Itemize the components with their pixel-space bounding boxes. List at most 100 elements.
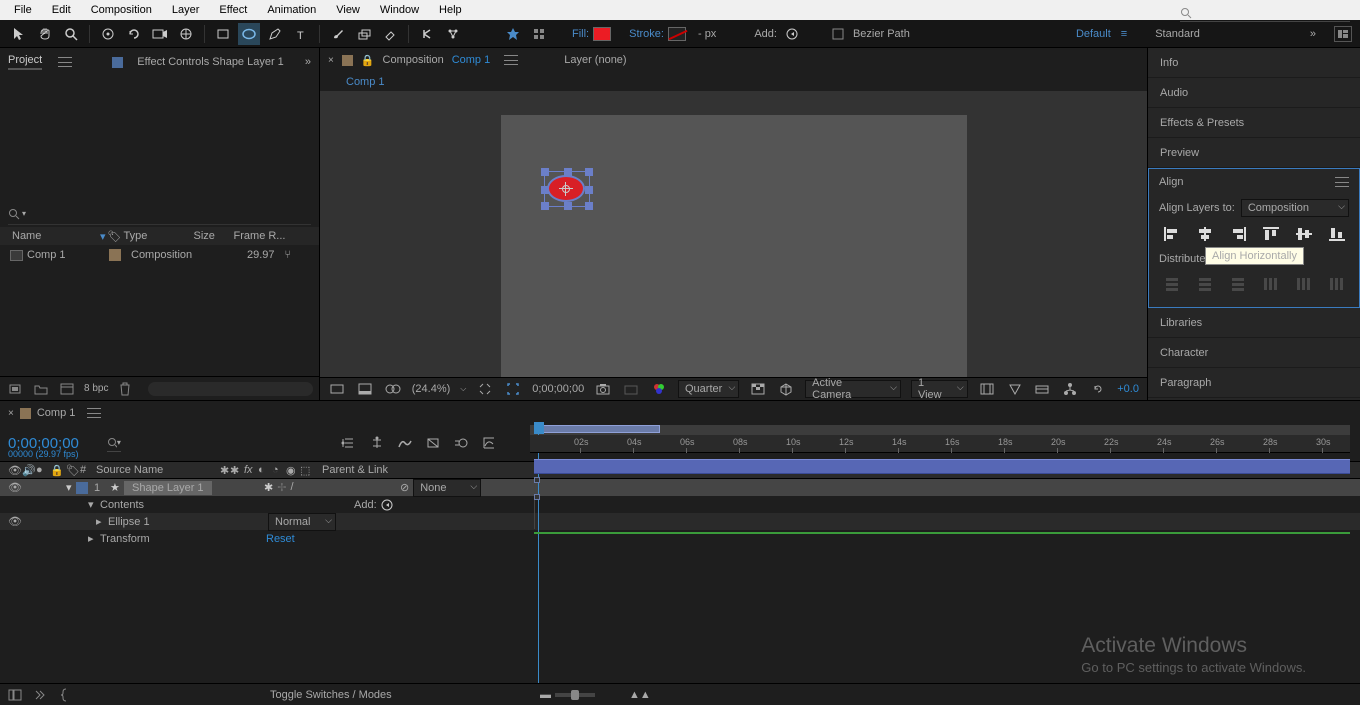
toggle-switches-label[interactable]: Toggle Switches / Modes <box>270 689 392 701</box>
panel-overflow[interactable]: » <box>305 56 311 68</box>
panel-paragraph[interactable]: Paragraph <box>1148 368 1360 398</box>
menu-edit[interactable]: Edit <box>42 2 81 18</box>
reset-exposure-icon[interactable] <box>1089 381 1107 397</box>
brush-tool[interactable] <box>327 23 349 45</box>
menu-file[interactable]: File <box>4 2 42 18</box>
time-ruler[interactable]: 02s04s06s08s10s12s14s16s18s20s22s24s26s2… <box>530 435 1350 453</box>
interpret-footage-icon[interactable] <box>6 381 24 397</box>
layer-color[interactable] <box>76 482 88 494</box>
handle-se[interactable] <box>585 202 593 210</box>
timeline-close-icon[interactable]: × <box>8 408 14 419</box>
workspace-reset-icon[interactable] <box>1334 26 1352 42</box>
align-left-icon[interactable] <box>1159 223 1184 245</box>
layer-bar[interactable] <box>534 459 1350 474</box>
reset-link[interactable]: Reset <box>266 533 295 545</box>
col-type[interactable]: Type <box>124 230 194 242</box>
type-tool[interactable]: T <box>290 23 312 45</box>
layer-tab[interactable]: Layer (none) <box>564 54 626 66</box>
stroke-swatch[interactable] <box>668 27 686 41</box>
label-color[interactable] <box>109 249 121 261</box>
menu-layer[interactable]: Layer <box>162 2 210 18</box>
col-framerate[interactable]: Frame R... <box>234 230 286 242</box>
flowchart-icon[interactable]: ⑂ <box>285 249 292 261</box>
puppet-tool[interactable] <box>442 23 464 45</box>
menu-window[interactable]: Window <box>370 2 429 18</box>
parent-dropdown[interactable]: None <box>413 479 481 497</box>
fill-swatch[interactable] <box>593 27 611 41</box>
align-hcenter-icon[interactable] <box>1192 223 1217 245</box>
exposure-value[interactable]: +0.0 <box>1117 383 1139 395</box>
align-top-icon[interactable] <box>1258 223 1283 245</box>
handle-sw[interactable] <box>541 202 549 210</box>
channels-icon[interactable] <box>650 381 668 397</box>
col-source[interactable]: Source Name <box>96 464 216 476</box>
panel-libraries[interactable]: Libraries <box>1148 308 1360 338</box>
solo-col-icon[interactable]: ● <box>36 464 50 476</box>
bezier-checkbox[interactable] <box>827 23 849 45</box>
audio-col-icon[interactable]: 🔊 <box>22 464 36 477</box>
workspace-overflow[interactable]: » <box>1310 28 1316 40</box>
stroke-width[interactable]: - px <box>698 28 716 40</box>
handle-ne[interactable] <box>585 168 593 176</box>
align-right-icon[interactable] <box>1225 223 1250 245</box>
snapshot-icon[interactable] <box>594 381 612 397</box>
ellipse-tool[interactable] <box>238 23 260 45</box>
magnification-icon[interactable] <box>328 381 346 397</box>
effect-controls-tab[interactable]: Effect Controls Shape Layer 1 <box>137 56 284 68</box>
zoom-out-icon[interactable]: ▬ <box>540 689 551 701</box>
add-button[interactable] <box>781 23 803 45</box>
align-menu-icon[interactable] <box>1335 177 1349 187</box>
timecode-display[interactable]: 0;00;00;00 <box>532 383 584 395</box>
panel-effects-presets[interactable]: Effects & Presets <box>1148 108 1360 138</box>
zoom-in-icon[interactable]: ▲▲ <box>629 689 651 701</box>
pen-tool[interactable] <box>264 23 286 45</box>
eraser-tool[interactable] <box>379 23 401 45</box>
close-tab-icon[interactable]: × <box>328 55 334 66</box>
search-help[interactable] <box>1180 4 1350 22</box>
timeline-icon[interactable] <box>1033 381 1051 397</box>
align-vcenter-icon[interactable] <box>1291 223 1316 245</box>
new-folder-icon[interactable] <box>32 381 50 397</box>
brace-icon[interactable] <box>58 687 76 703</box>
orbit-tool[interactable] <box>97 23 119 45</box>
graph-editor-icon[interactable] <box>480 435 498 451</box>
rotation-tool[interactable] <box>123 23 145 45</box>
view-layout-dropdown[interactable]: 1 View <box>911 380 968 398</box>
work-area-bar[interactable] <box>534 425 660 433</box>
roto-tool[interactable] <box>416 23 438 45</box>
col-tag-icon[interactable]: 🏷 <box>108 230 124 243</box>
new-comp-icon[interactable] <box>58 381 76 397</box>
frame-blend-icon[interactable] <box>424 435 442 451</box>
flowchart-icon2[interactable] <box>1061 381 1079 397</box>
timeline-tab[interactable]: Comp 1 <box>37 407 76 419</box>
panel-menu-icon[interactable] <box>58 57 72 67</box>
rectangle-tool[interactable] <box>212 23 234 45</box>
star-icon[interactable] <box>502 23 524 45</box>
motion-blur-icon[interactable] <box>452 435 470 451</box>
camera-dropdown[interactable]: Active Camera <box>805 380 901 398</box>
timeline-tracks[interactable]: 02s04s06s08s10s12s14s16s18s20s22s24s26s2… <box>530 479 1350 547</box>
pixel-aspect-icon[interactable] <box>978 381 996 397</box>
playhead[interactable] <box>534 422 544 434</box>
col-name[interactable]: Name <box>0 230 100 242</box>
timeline-search[interactable]: ▾ <box>107 434 121 452</box>
roi-icon[interactable] <box>504 381 522 397</box>
anchor-point-icon[interactable] <box>559 182 573 196</box>
zoom-level[interactable]: (24.4%) <box>412 383 451 395</box>
transparency-icon[interactable] <box>749 381 767 397</box>
selection-tool[interactable] <box>8 23 30 45</box>
align-target-dropdown[interactable]: Composition <box>1241 199 1349 217</box>
align-bottom-icon[interactable] <box>1324 223 1349 245</box>
menu-effect[interactable]: Effect <box>209 2 257 18</box>
handle-nw[interactable] <box>541 168 549 176</box>
comp-panel-menu-icon[interactable] <box>504 55 518 65</box>
comp-mini-flowchart-icon[interactable] <box>340 435 358 451</box>
col-parent[interactable]: Parent & Link <box>322 464 388 476</box>
snap-icon[interactable] <box>528 23 550 45</box>
panel-audio[interactable]: Audio <box>1148 78 1360 108</box>
toggle-switches-icon[interactable] <box>6 687 24 703</box>
workspace-standard[interactable]: Standard <box>1155 28 1200 40</box>
project-item-comp1[interactable]: Comp 1 Composition 29.97 ⑂ <box>0 246 319 264</box>
resolution-icon[interactable] <box>476 381 494 397</box>
resolution-dropdown[interactable]: Quarter <box>678 380 739 398</box>
